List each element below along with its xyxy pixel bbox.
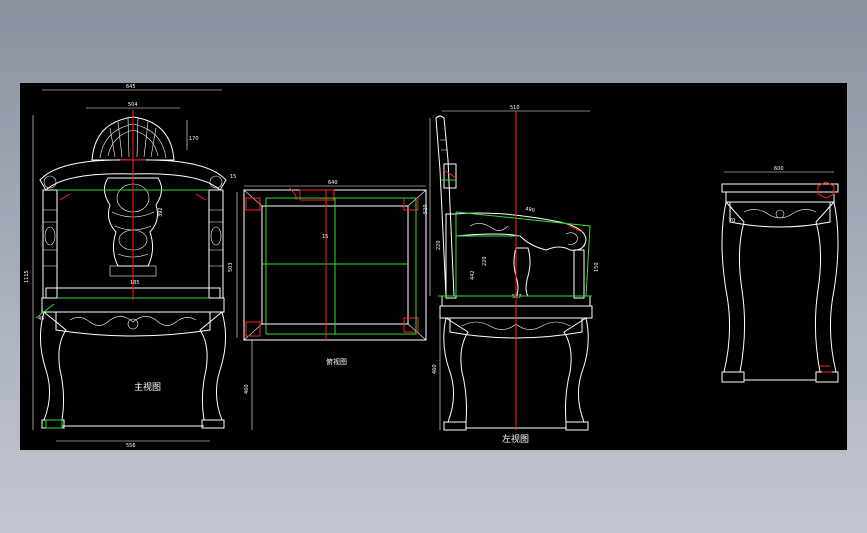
dim-front-leg: 45 [38,316,44,322]
dim-left-depth: 510 [510,105,520,111]
dim-left-arm-height: 442 [470,270,476,280]
cad-drawing: 645 504 1115 170 15 392 185 45 556 主视图 6… [24,84,839,449]
dim-front-crest-width: 504 [128,102,138,108]
dim-front-seat-mid: 392 [158,207,164,217]
dim-stool-width: 600 [774,166,784,172]
dim-left-side-rail: 150 [594,262,600,272]
top-view-label: 俯视图 [326,357,347,366]
dim-left-rail: 220 [436,240,442,250]
top-view: 640 503 460 15 俯视图 [228,180,427,430]
front-view: 645 504 1115 170 15 392 185 45 556 主视图 [24,84,236,449]
cad-drawing-viewport[interactable]: 645 504 1115 170 15 392 185 45 556 主视图 6… [20,83,847,450]
dim-left-back-height: 520 [423,204,429,214]
dim-top-width: 640 [328,180,338,186]
dim-front-height: 1115 [24,270,30,283]
dim-front-arm: 15 [230,174,236,180]
dim-left-post: 220 [482,256,488,266]
dim-stool-small: 70 [729,218,735,224]
dim-front-crest-height: 170 [189,136,199,142]
dim-top-inner: 15 [322,234,328,240]
left-view: 510 490 527 520 442 220 220 460 150 左视图 [423,105,600,445]
dim-left-leg-height: 460 [432,364,438,374]
dim-top-depth: 503 [228,262,234,272]
left-view-label: 左视图 [502,433,529,445]
front-view-label: 主视图 [134,381,161,393]
stool-view: 600 70 [721,166,839,383]
dim-front-small: 185 [130,280,140,286]
dim-front-base-width: 556 [126,443,136,449]
dim-top-side: 460 [244,384,250,394]
dim-left-back-depth: 490 [525,206,536,214]
dim-front-overall-width: 645 [126,84,136,90]
